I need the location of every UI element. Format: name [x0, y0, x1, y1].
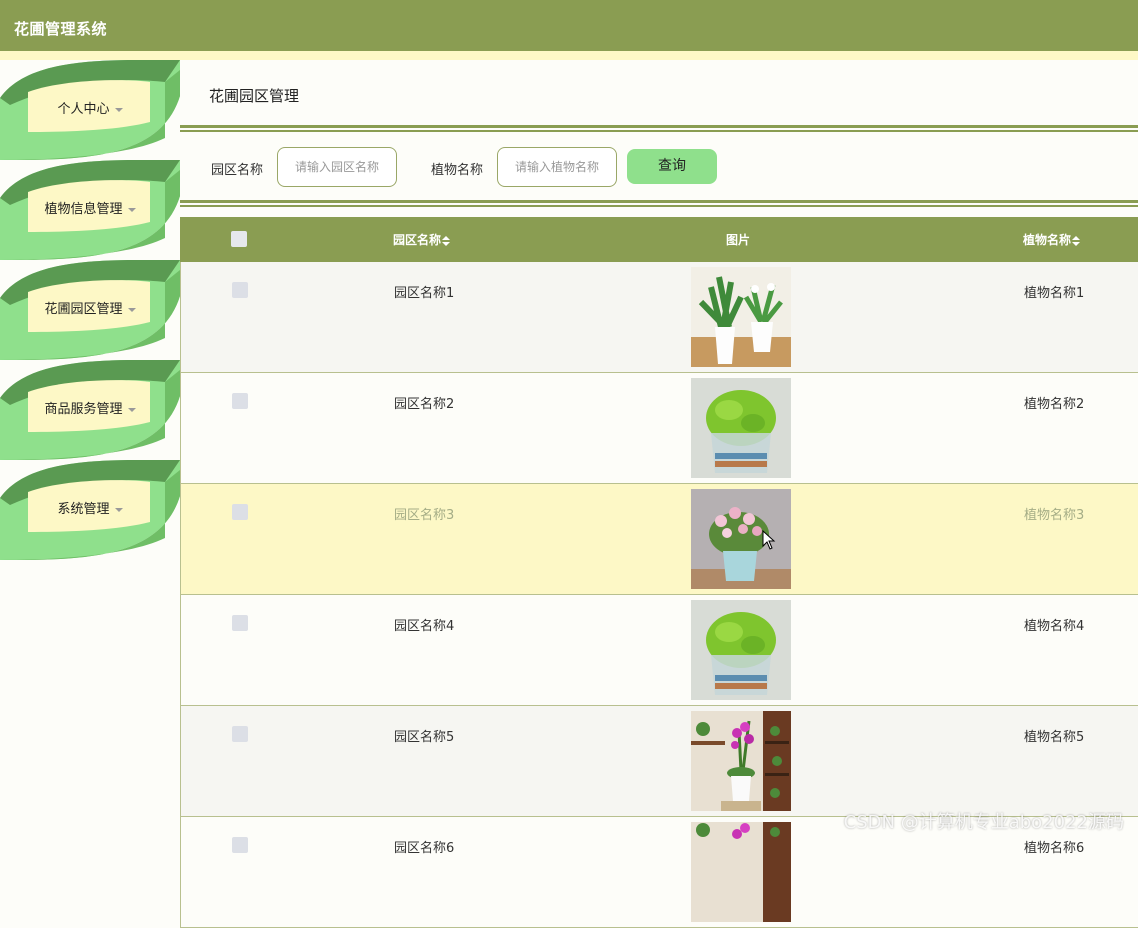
- table-row[interactable]: 园区名称5 植物名称5: [180, 706, 1138, 817]
- row-checkbox[interactable]: [232, 615, 248, 631]
- divider: [180, 125, 1138, 128]
- zone-name-cell: 园区名称6: [394, 837, 454, 856]
- plant-image[interactable]: [691, 600, 791, 700]
- zone-name-cell: 园区名称5: [394, 726, 454, 745]
- table-row[interactable]: 园区名称2 植物名称2: [180, 373, 1138, 484]
- table-header: 园区名称 图片 植物名称: [180, 217, 1138, 262]
- app-header: 花圃管理系统: [0, 0, 1138, 51]
- select-all-checkbox[interactable]: [231, 231, 247, 247]
- plant-name-label: 植物名称: [431, 159, 483, 178]
- sidebar: 个人中心 植物信息管理 花圃园区管理 商品服务管理: [0, 60, 180, 842]
- search-bar: 园区名称 植物名称 查询: [180, 147, 1138, 187]
- sidebar-item-personal-center[interactable]: 个人中心: [0, 60, 180, 160]
- chevron-down-icon: [115, 508, 123, 512]
- query-button[interactable]: 查询: [627, 149, 717, 184]
- page-title: 花圃园区管理: [209, 85, 299, 106]
- plant-image[interactable]: [691, 489, 791, 589]
- sidebar-item-goods-service[interactable]: 商品服务管理: [0, 360, 180, 460]
- plant-name-input[interactable]: [497, 147, 617, 187]
- plant-name-cell: 植物名称6: [1024, 837, 1084, 856]
- column-header-image: 图片: [726, 231, 750, 248]
- column-header-plant[interactable]: 植物名称: [1023, 231, 1080, 248]
- sidebar-item-system[interactable]: 系统管理: [0, 460, 180, 560]
- plant-image[interactable]: [691, 822, 791, 922]
- sort-icon[interactable]: [1072, 236, 1080, 246]
- chevron-down-icon: [128, 208, 136, 212]
- row-checkbox[interactable]: [232, 726, 248, 742]
- table-row[interactable]: 园区名称3 植物名称3: [180, 484, 1138, 595]
- zone-name-label: 园区名称: [211, 159, 263, 178]
- table-row[interactable]: 园区名称1 植物名称1: [180, 262, 1138, 373]
- divider: [180, 205, 1138, 207]
- plant-name-cell: 植物名称2: [1024, 393, 1084, 412]
- zone-name-cell: 园区名称2: [394, 393, 454, 412]
- plant-name-cell: 植物名称1: [1024, 282, 1084, 301]
- column-header-zone[interactable]: 园区名称: [393, 231, 450, 248]
- zone-name-cell: 园区名称4: [394, 615, 454, 634]
- row-checkbox[interactable]: [232, 504, 248, 520]
- chevron-down-icon: [128, 308, 136, 312]
- zone-name-input[interactable]: [277, 147, 397, 187]
- plant-image[interactable]: [691, 711, 791, 811]
- zone-name-cell: 园区名称3: [394, 504, 454, 523]
- table-row[interactable]: 园区名称4 植物名称4: [180, 595, 1138, 706]
- plant-name-cell: 植物名称5: [1024, 726, 1084, 745]
- header-stripe: [0, 51, 1138, 60]
- row-checkbox[interactable]: [232, 837, 248, 853]
- sidebar-item-garden-zone[interactable]: 花圃园区管理: [0, 260, 180, 360]
- row-checkbox[interactable]: [232, 282, 248, 298]
- plant-name-cell: 植物名称4: [1024, 615, 1084, 634]
- app-title: 花圃管理系统: [14, 18, 107, 39]
- watermark: CSDN @计算机专业abo2022源码: [844, 808, 1124, 834]
- chevron-down-icon: [128, 408, 136, 412]
- plant-name-cell: 植物名称3: [1024, 504, 1084, 523]
- chevron-down-icon: [115, 108, 123, 112]
- sidebar-item-plant-info[interactable]: 植物信息管理: [0, 160, 180, 260]
- row-checkbox[interactable]: [232, 393, 248, 409]
- sort-icon[interactable]: [442, 236, 450, 246]
- divider: [180, 130, 1138, 132]
- mouse-cursor-icon: [762, 530, 776, 550]
- divider: [180, 200, 1138, 203]
- zone-name-cell: 园区名称1: [394, 282, 454, 301]
- plant-image[interactable]: [691, 267, 791, 367]
- plant-image[interactable]: [691, 378, 791, 478]
- main-content: 花圃园区管理 园区名称 植物名称 查询 园区名称 图片 植物名称 园区名称1: [180, 60, 1138, 842]
